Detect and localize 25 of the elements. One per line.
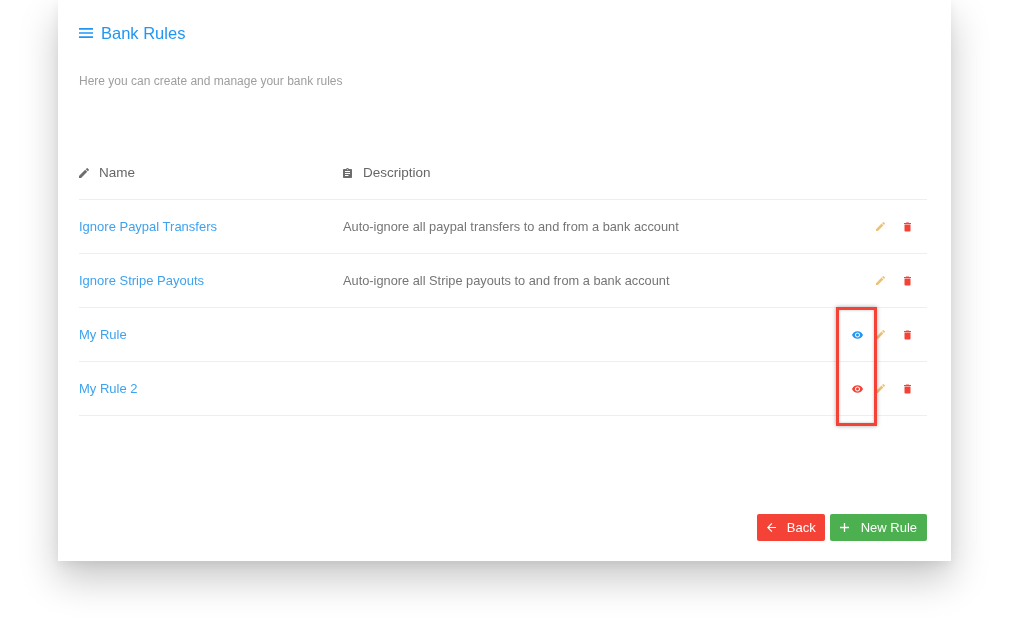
plus-icon — [839, 523, 849, 532]
menu-icon[interactable] — [79, 28, 93, 38]
rule-name-link[interactable]: Ignore Stripe Payouts — [79, 273, 205, 288]
column-header: Description — [363, 165, 431, 180]
page-subtitle: Here you can create and manage your bank rules — [79, 73, 343, 89]
rule-name-link[interactable]: My Rule 2 — [79, 381, 138, 396]
page-title: Bank Rules — [101, 23, 186, 43]
back-button[interactable]: Back — [756, 514, 825, 541]
delete-trash-icon[interactable] — [903, 383, 911, 394]
edit-pencil-icon[interactable] — [875, 330, 885, 339]
column-header: Name — [99, 165, 135, 180]
delete-trash-icon[interactable] — [903, 221, 911, 232]
eye-icon[interactable] — [851, 384, 863, 393]
eye-icon[interactable] — [851, 330, 863, 339]
edit-pencil-icon[interactable] — [875, 384, 885, 393]
delete-trash-icon[interactable] — [903, 275, 911, 286]
pencil-icon — [79, 167, 89, 178]
delete-trash-icon[interactable] — [903, 329, 911, 340]
rule-description: Auto-ignore all paypal transfers to and from a bank account — [343, 219, 679, 234]
clipboard-icon — [343, 167, 352, 178]
rule-name-link[interactable]: Ignore Paypal Transfers — [79, 219, 218, 234]
arrow-left-icon — [766, 523, 776, 532]
new-rule-button[interactable]: New Rule — [829, 514, 927, 541]
rule-name-link[interactable]: My Rule — [79, 327, 127, 342]
rule-description: Auto-ignore all Stripe payouts to and from a bank account — [343, 273, 670, 288]
